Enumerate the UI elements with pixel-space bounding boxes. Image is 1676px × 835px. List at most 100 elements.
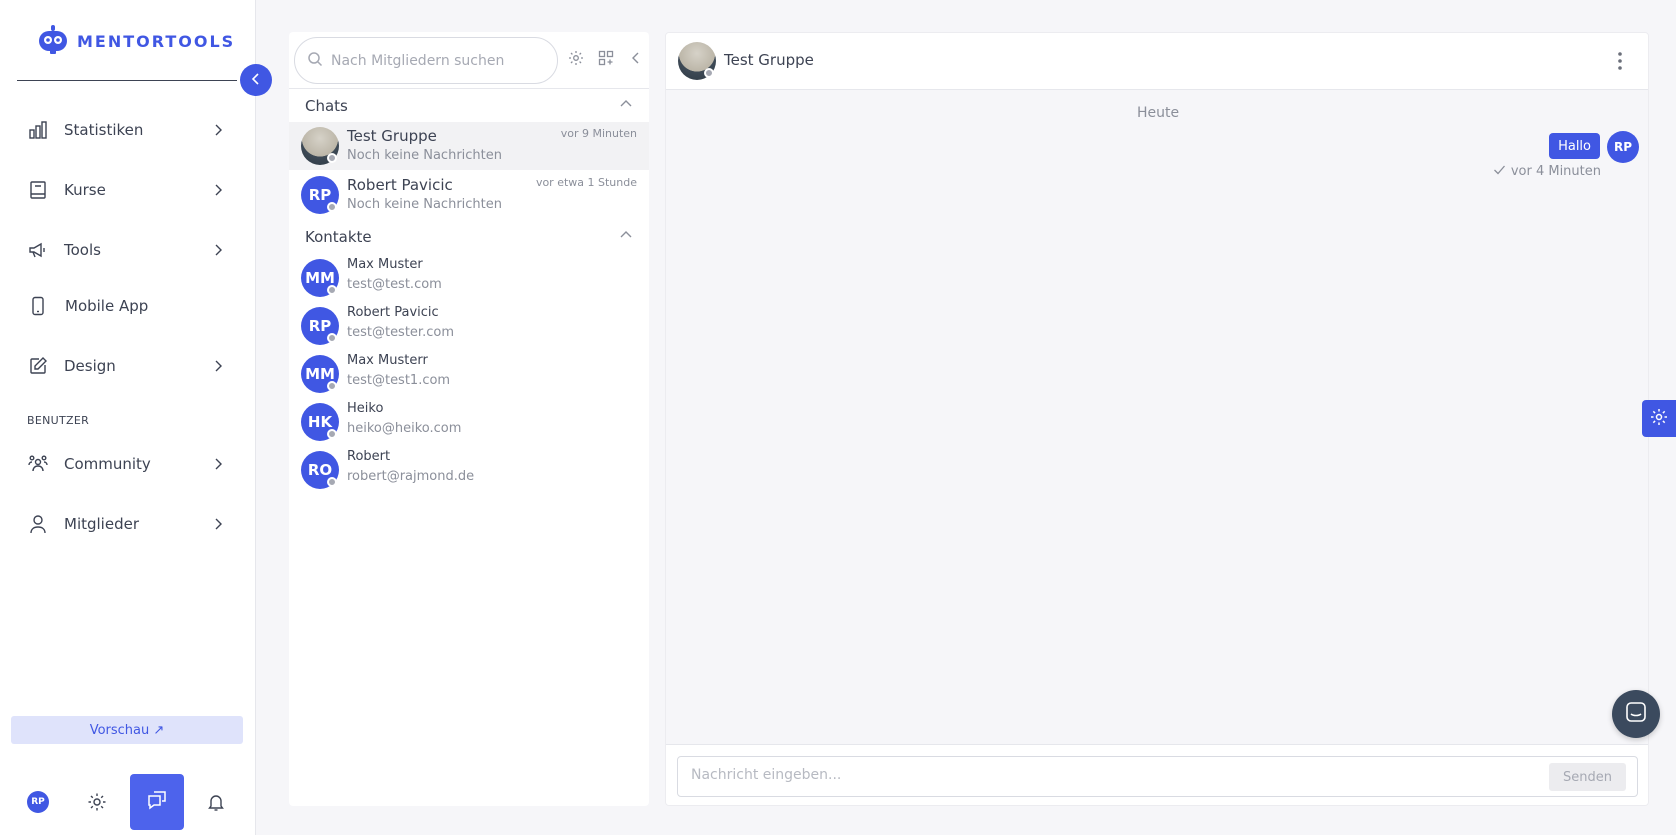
sidebar: MENTORTOOLS Statistiken Kurse Tools Mobi… — [0, 0, 256, 835]
check-icon — [1493, 163, 1506, 180]
sidebar-item-label: Design — [64, 357, 116, 375]
logo-divider — [17, 80, 237, 81]
chat-list-panel: Chats Test Gruppe Noch keine Nachrichten… — [289, 32, 649, 806]
sidebar-item-community[interactable]: Community — [26, 449, 226, 479]
member-search[interactable] — [294, 37, 558, 84]
help-chat-button[interactable] — [1612, 690, 1660, 738]
gear-icon[interactable] — [85, 790, 109, 814]
sidebar-collapse-button[interactable] — [240, 64, 272, 96]
status-dot — [327, 202, 337, 212]
sidebar-item-label: Statistiken — [64, 121, 144, 139]
chevron-right-icon — [210, 122, 226, 138]
message-avatar: RP — [1607, 131, 1639, 163]
chat-time: vor 9 Minuten — [560, 127, 637, 140]
settings-side-tab[interactable] — [1642, 400, 1676, 437]
bar-chart-icon — [26, 118, 50, 142]
chevron-left-icon[interactable] — [627, 49, 645, 67]
contact-item[interactable]: MM Max Muster test@test.com — [289, 254, 649, 300]
status-dot — [327, 285, 337, 295]
chats-section-header[interactable]: Chats — [305, 97, 633, 115]
preview-button[interactable]: Vorschau ↗ — [11, 716, 243, 744]
brand-name: MENTORTOOLS — [77, 31, 236, 51]
status-dot — [327, 477, 337, 487]
chat-preview: Noch keine Nachrichten — [347, 197, 502, 212]
conversation-title: Test Gruppe — [724, 51, 814, 69]
message-bubble: Hallo — [1549, 133, 1600, 159]
contact-email: robert@rajmond.de — [347, 469, 475, 484]
chat-nav-button[interactable] — [130, 774, 184, 830]
status-dot — [327, 153, 337, 163]
bell-icon[interactable] — [204, 790, 228, 814]
contact-item[interactable]: HK Heiko heiko@heiko.com — [289, 398, 649, 444]
contacts-section-header[interactable]: Kontakte — [305, 228, 633, 246]
contact-name: Heiko — [347, 401, 384, 416]
status-dot — [704, 68, 714, 78]
smartphone-icon — [26, 294, 50, 318]
chat-launcher-icon — [1625, 701, 1647, 727]
message-time: vor 4 Minuten — [1510, 164, 1601, 179]
gear-icon[interactable] — [567, 49, 585, 67]
status-dot — [327, 381, 337, 391]
day-separator: Heute — [1136, 105, 1180, 121]
contact-email: test@test1.com — [347, 373, 451, 388]
sidebar-item-statistiken[interactable]: Statistiken — [26, 115, 226, 145]
message-composer: Senden — [666, 744, 1648, 805]
status-dot — [327, 429, 337, 439]
list-toolbar — [567, 49, 645, 67]
search-input[interactable] — [331, 52, 541, 69]
sidebar-item-label: Kurse — [64, 181, 106, 199]
megaphone-icon — [26, 238, 50, 262]
grid-add-icon[interactable] — [597, 49, 615, 67]
message-input[interactable] — [691, 767, 1491, 783]
contact-email: heiko@heiko.com — [347, 421, 462, 436]
gear-icon — [1650, 408, 1668, 430]
brand-logo[interactable]: MENTORTOOLS — [37, 24, 235, 58]
chat-name: Test Gruppe — [347, 127, 437, 145]
sidebar-item-tools[interactable]: Tools — [26, 235, 226, 265]
chevron-right-icon — [210, 242, 226, 258]
divider — [289, 88, 649, 89]
search-icon — [307, 51, 323, 71]
sidebar-item-label: Community — [64, 455, 151, 473]
conversation-header: Test Gruppe — [666, 33, 1648, 90]
section-label-benutzer: BENUTZER — [27, 414, 90, 427]
sidebar-item-mobile-app[interactable]: Mobile App — [26, 291, 226, 321]
user-avatar[interactable]: RP — [27, 791, 49, 813]
pencil-icon — [26, 354, 50, 378]
sidebar-item-label: Mobile App — [65, 297, 149, 315]
chat-item-test-gruppe[interactable]: Test Gruppe Noch keine Nachrichten vor 9… — [289, 122, 649, 170]
chevron-right-icon — [210, 358, 226, 374]
send-button[interactable]: Senden — [1549, 763, 1626, 791]
preview-button-label: Vorschau ↗ — [89, 722, 165, 738]
sidebar-item-design[interactable]: Design — [26, 351, 226, 381]
message-field: Senden — [677, 756, 1638, 797]
users-icon — [26, 452, 50, 476]
contact-item[interactable]: MM Max Musterr test@test1.com — [289, 350, 649, 396]
sidebar-item-label: Mitglieder — [64, 515, 139, 533]
chevron-up-icon — [619, 97, 633, 115]
chevron-left-icon — [249, 71, 263, 90]
chats-heading: Chats — [305, 97, 348, 115]
contact-email: test@test.com — [347, 277, 442, 292]
contacts-heading: Kontakte — [305, 228, 372, 246]
contact-item[interactable]: RP Robert Pavicic test@tester.com — [289, 302, 649, 348]
chat-item-robert-pavicic[interactable]: RP Robert Pavicic Noch keine Nachrichten… — [289, 171, 649, 219]
chat-bubbles-icon — [146, 789, 168, 815]
chat-time: vor etwa 1 Stunde — [535, 176, 637, 189]
sidebar-bottom-bar: RP — [0, 772, 256, 830]
user-icon — [26, 512, 50, 536]
sidebar-item-label: Tools — [64, 241, 101, 259]
status-dot — [327, 333, 337, 343]
conversation-panel: Test Gruppe Heute Hallo RP vor 4 Minuten… — [665, 32, 1649, 806]
contact-item[interactable]: RO Robert robert@rajmond.de — [289, 446, 649, 492]
contact-name: Max Musterr — [347, 353, 428, 368]
more-options-icon[interactable] — [1610, 51, 1630, 71]
chevron-right-icon — [210, 456, 226, 472]
chat-name: Robert Pavicic — [347, 176, 453, 194]
robot-logo-icon — [37, 24, 69, 58]
chevron-right-icon — [210, 516, 226, 532]
sidebar-item-mitglieder[interactable]: Mitglieder — [26, 509, 226, 539]
sidebar-item-kurse[interactable]: Kurse — [26, 175, 226, 205]
chevron-up-icon — [619, 228, 633, 246]
book-icon — [26, 178, 50, 202]
